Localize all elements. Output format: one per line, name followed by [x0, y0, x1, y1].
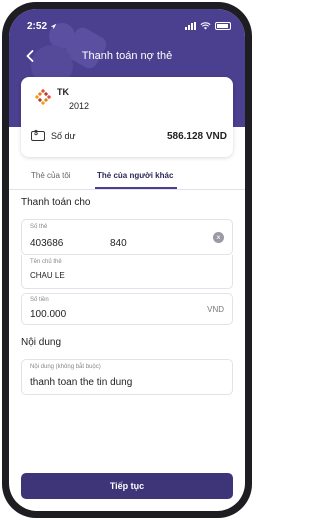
account-card[interactable]: TK 2012 Số dư 586.128 VND: [21, 77, 233, 157]
field-label: Số thẻ: [30, 224, 48, 230]
balance-label: Số dư: [51, 131, 76, 141]
field-label: Số tiền: [30, 297, 49, 303]
content-field[interactable]: Nội dung (không bắt buộc) thanh toan the…: [21, 359, 233, 395]
status-time-group: 2:52: [27, 21, 57, 32]
section-title-content: Nội dung: [21, 337, 62, 348]
tab-my-cards[interactable]: Thẻ của tôi: [31, 171, 71, 180]
section-title-pay-for: Thanh toán cho: [21, 197, 91, 208]
account-number: 2012: [69, 101, 90, 111]
card-number-value-start: 403686: [30, 238, 64, 249]
card-holder-value: CHAU LE: [30, 271, 65, 280]
content-value: thanh toan the tin dung: [30, 377, 133, 388]
field-label: Tên chủ thẻ: [30, 259, 62, 265]
amount-field[interactable]: Số tiền 100.000 VND: [21, 293, 233, 325]
nav-bar: Thanh toán nợ thẻ: [9, 45, 245, 69]
app-screen: 2:52 Thanh toán nợ thẻ TK 2012 $ Số dư 5…: [9, 9, 245, 511]
balance-value: 586.128 VND: [166, 130, 227, 142]
page-title: Thanh toán nợ thẻ: [81, 50, 173, 62]
clear-icon[interactable]: ×: [213, 232, 224, 243]
status-bar: 2:52: [27, 19, 231, 33]
bank-logo-icon: [35, 89, 51, 105]
field-label: Nội dung (không bắt buộc): [30, 364, 101, 370]
location-arrow-icon: [50, 23, 57, 29]
amount-value: 100.000: [30, 309, 67, 320]
card-holder-field: Tên chủ thẻ CHAU LE: [21, 255, 233, 289]
currency-unit: VND: [207, 305, 224, 314]
account-name: TK: [57, 87, 69, 97]
wallet-icon: [31, 130, 45, 141]
signal-icon: [185, 22, 196, 30]
divider: [9, 189, 245, 190]
continue-button[interactable]: Tiếp tục: [21, 473, 233, 499]
phone-frame: 2:52 Thanh toán nợ thẻ TK 2012 $ Số dư 5…: [2, 2, 252, 518]
battery-icon: [215, 22, 231, 30]
tab-bar: Thẻ của tôi Thẻ của người khác: [9, 165, 245, 190]
tab-others-cards[interactable]: Thẻ của người khác: [97, 171, 173, 180]
card-number-field[interactable]: Số thẻ 403686 840 ×: [21, 219, 233, 255]
status-indicators: [185, 22, 231, 30]
status-time: 2:52: [27, 20, 48, 32]
card-number-value-end: 840: [110, 238, 127, 249]
balance-row: Số dư 586.128 VND: [31, 129, 227, 143]
wifi-icon: [200, 22, 211, 30]
